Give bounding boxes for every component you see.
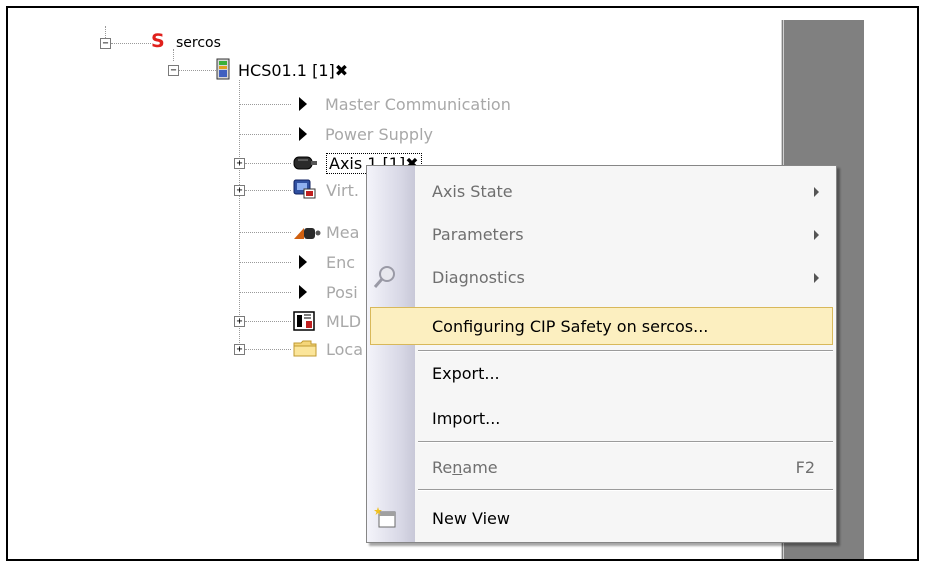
virtual-master-icon	[293, 179, 316, 199]
sercos-s-icon: S	[151, 30, 165, 52]
menu-item-parameters[interactable]: Parameters	[370, 215, 833, 253]
context-menu[interactable]: Axis State Parameters Diagnostics Config…	[366, 165, 837, 543]
magnifier-icon	[373, 266, 395, 288]
expand-axis-icon[interactable]: +	[234, 158, 245, 169]
tree-connector	[239, 292, 291, 293]
tree-item-local[interactable]: Loca	[326, 338, 363, 360]
tree-item-drive[interactable]: HCS01.1 [1]✖	[238, 59, 348, 81]
arrow-right-icon	[299, 97, 307, 111]
tree-item-encoder[interactable]: Enc	[326, 251, 355, 273]
tree-label: sercos	[176, 35, 221, 51]
menu-item-export[interactable]: Export...	[370, 354, 833, 392]
menu-item-import[interactable]: Import...	[370, 399, 833, 437]
motor-icon	[293, 156, 317, 170]
tree-item-power-supply[interactable]: Power Supply	[325, 123, 433, 145]
tree-label: Loca	[326, 339, 364, 359]
tree-label: Enc	[326, 252, 356, 272]
tree-item-positioning[interactable]: Posi	[326, 281, 358, 303]
arrow-right-icon	[299, 255, 307, 269]
menu-item-configuring-cip-safety[interactable]: Configuring CIP Safety on sercos...	[370, 307, 833, 345]
tree-connector	[239, 134, 291, 135]
tree-connector	[179, 70, 218, 71]
tree-label: Virt.	[326, 180, 359, 200]
tree-connector	[245, 190, 291, 191]
menu-label: New View	[432, 508, 510, 528]
submenu-arrow-icon	[814, 187, 819, 197]
menu-separator	[418, 350, 833, 352]
tree-label: Power Supply	[325, 124, 433, 144]
tree-label: MLD	[326, 311, 362, 331]
menu-separator	[418, 489, 833, 491]
tree-item-master-communication[interactable]: Master Communication	[325, 93, 511, 115]
expand-virt-icon[interactable]: +	[234, 185, 245, 196]
menu-item-axis-state[interactable]: Axis State	[370, 172, 833, 210]
menu-item-new-view[interactable]: New View	[370, 499, 833, 537]
submenu-arrow-icon	[814, 273, 819, 283]
tree-connector	[239, 104, 291, 105]
menu-shortcut: F2	[795, 457, 815, 477]
tree-connector	[245, 163, 291, 164]
arrow-right-icon	[299, 285, 307, 299]
arrow-right-icon	[299, 127, 307, 141]
tree-connector	[239, 80, 240, 349]
tree-connector	[173, 49, 174, 61]
tree-item-measuring[interactable]: Mea	[326, 221, 359, 243]
menu-label: Configuring CIP Safety on sercos...	[432, 316, 709, 336]
menu-label: Import...	[432, 408, 501, 428]
tree-connector	[105, 26, 106, 38]
tree-label: Mea	[326, 222, 360, 242]
expand-local-icon[interactable]: +	[234, 344, 245, 355]
menu-label: Parameters	[432, 224, 524, 244]
drive-device-icon	[216, 58, 230, 80]
collapse-sercos-icon[interactable]: −	[100, 38, 111, 49]
tree-item-mld[interactable]: MLD	[326, 310, 361, 332]
menu-separator	[418, 441, 833, 443]
menu-label: Rename	[432, 457, 498, 477]
tree-connector	[245, 349, 291, 350]
menu-item-diagnostics[interactable]: Diagnostics	[370, 258, 833, 296]
collapse-drive-icon[interactable]: −	[168, 65, 179, 76]
tree-label: Posi	[326, 282, 358, 302]
folder-icon	[293, 340, 317, 357]
tree-label: Master Communication	[325, 94, 511, 114]
submenu-arrow-icon	[814, 230, 819, 240]
tree-item-sercos[interactable]: sercos	[176, 32, 221, 54]
new-view-icon	[374, 507, 396, 528]
mld-icon	[293, 311, 315, 331]
menu-item-rename[interactable]: Rename F2	[370, 448, 833, 486]
tree-connector	[239, 232, 291, 233]
menu-label: Axis State	[432, 181, 513, 201]
tree-connector	[111, 43, 151, 44]
tree-item-virt[interactable]: Virt.	[326, 179, 359, 201]
tree-connector	[245, 321, 291, 322]
menu-label: Diagnostics	[432, 267, 525, 287]
tree-connector	[239, 262, 291, 263]
expand-mld-icon[interactable]: +	[234, 316, 245, 327]
tree-label: HCS01.1 [1]✖	[238, 60, 349, 80]
menu-label: Export...	[432, 363, 500, 383]
measuring-encoder-icon	[294, 228, 321, 239]
